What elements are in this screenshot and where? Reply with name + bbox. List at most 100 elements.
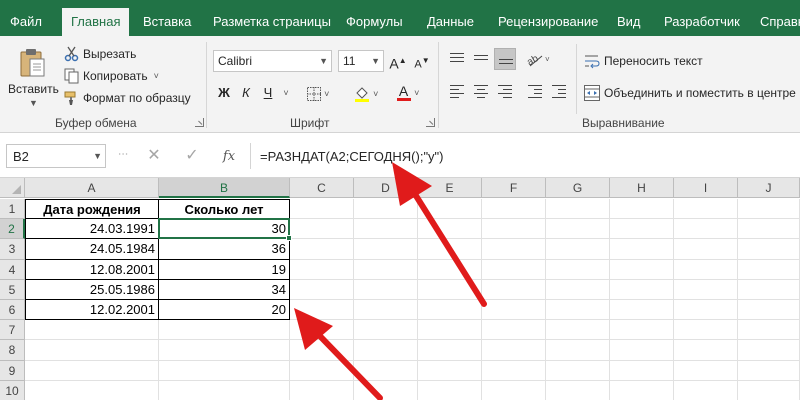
cell-e10[interactable] xyxy=(418,380,482,400)
row-header-5[interactable]: 5 xyxy=(0,279,25,300)
merge-center-button[interactable]: Объединить и поместить в центре xyxy=(584,82,796,104)
column-header-j[interactable]: J xyxy=(738,178,800,198)
cell-i7[interactable] xyxy=(674,320,738,341)
clipboard-dialog-launcher-icon[interactable] xyxy=(195,118,204,127)
cell-c3[interactable] xyxy=(290,239,354,260)
cell-f1[interactable] xyxy=(482,199,546,220)
cell-h6[interactable] xyxy=(610,300,674,321)
cell-a10[interactable] xyxy=(25,380,159,400)
font-name-input[interactable] xyxy=(214,51,331,71)
cell-b1[interactable]: Сколько лет xyxy=(159,199,290,220)
cell-f6[interactable] xyxy=(482,300,546,321)
cell-d9[interactable] xyxy=(354,360,418,381)
cell-d10[interactable] xyxy=(354,380,418,400)
tab-review[interactable]: Рецензирование xyxy=(498,8,598,36)
tab-formulas[interactable]: Формулы xyxy=(346,8,403,36)
cell-d7[interactable] xyxy=(354,320,418,341)
cell-b3[interactable]: 36 xyxy=(159,239,290,260)
tab-file[interactable]: Файл xyxy=(10,8,42,36)
cell-e4[interactable] xyxy=(418,259,482,280)
row-header-6[interactable]: 6 xyxy=(0,300,25,321)
cell-g3[interactable] xyxy=(546,239,610,260)
cut-button[interactable]: Вырезать xyxy=(64,44,136,64)
font-dialog-launcher-icon[interactable] xyxy=(426,118,435,127)
cell-h2[interactable] xyxy=(610,219,674,240)
cell-f7[interactable] xyxy=(482,320,546,341)
cell-e7[interactable] xyxy=(418,320,482,341)
cell-e9[interactable] xyxy=(418,360,482,381)
row-header-1[interactable]: 1 xyxy=(0,199,25,220)
cell-h1[interactable] xyxy=(610,199,674,220)
row-header-2[interactable]: 2 xyxy=(0,219,25,240)
cell-a9[interactable] xyxy=(25,360,159,381)
column-header-b[interactable]: B xyxy=(159,178,290,198)
cell-d5[interactable] xyxy=(354,279,418,300)
cell-d3[interactable] xyxy=(354,239,418,260)
cell-j7[interactable] xyxy=(738,320,800,341)
cell-a5[interactable]: 25.05.1986 xyxy=(25,279,159,300)
cell-g1[interactable] xyxy=(546,199,610,220)
cell-g8[interactable] xyxy=(546,340,610,361)
cell-a8[interactable] xyxy=(25,340,159,361)
cell-h7[interactable] xyxy=(610,320,674,341)
cell-i1[interactable] xyxy=(674,199,738,220)
cell-h10[interactable] xyxy=(610,380,674,400)
column-header-f[interactable]: F xyxy=(482,178,546,198)
row-header-3[interactable]: 3 xyxy=(0,239,25,260)
align-left-button[interactable] xyxy=(446,80,468,102)
row-header-7[interactable]: 7 xyxy=(0,320,25,341)
name-box[interactable]: ▼ xyxy=(6,144,106,168)
cell-j10[interactable] xyxy=(738,380,800,400)
cell-f5[interactable] xyxy=(482,279,546,300)
decrease-indent-button[interactable] xyxy=(524,80,546,102)
tab-page-layout[interactable]: Разметка страницы xyxy=(213,8,331,36)
cell-j9[interactable] xyxy=(738,360,800,381)
align-right-button[interactable] xyxy=(494,80,516,102)
cell-e8[interactable] xyxy=(418,340,482,361)
cell-j8[interactable] xyxy=(738,340,800,361)
chevron-down-icon[interactable]: ▼ xyxy=(93,151,102,161)
cell-g4[interactable] xyxy=(546,259,610,280)
formula-bar-grip-icon[interactable]: ⋮ xyxy=(117,149,128,158)
column-header-i[interactable]: I xyxy=(674,178,738,198)
tab-data[interactable]: Данные xyxy=(427,8,474,36)
column-header-h[interactable]: H xyxy=(610,178,674,198)
font-color-button[interactable]: A ˅ xyxy=(390,80,426,102)
cell-a3[interactable]: 24.05.1984 xyxy=(25,239,159,260)
cell-c10[interactable] xyxy=(290,380,354,400)
cell-g2[interactable] xyxy=(546,219,610,240)
cell-g10[interactable] xyxy=(546,380,610,400)
tab-developer[interactable]: Разработчик xyxy=(664,8,740,36)
column-header-d[interactable]: D xyxy=(354,178,418,198)
cell-i8[interactable] xyxy=(674,340,738,361)
cell-h5[interactable] xyxy=(610,279,674,300)
row-header-8[interactable]: 8 xyxy=(0,340,25,361)
name-box-input[interactable] xyxy=(7,145,87,167)
column-header-c[interactable]: C xyxy=(290,178,354,198)
cell-c6[interactable] xyxy=(290,300,354,321)
align-top-button[interactable] xyxy=(446,48,468,70)
chevron-down-icon[interactable]: ˅ xyxy=(154,66,159,86)
bold-button[interactable]: Ж xyxy=(214,82,234,104)
cell-b9[interactable] xyxy=(159,360,290,381)
cell-j5[interactable] xyxy=(738,279,800,300)
cell-c8[interactable] xyxy=(290,340,354,361)
cell-f9[interactable] xyxy=(482,360,546,381)
cell-e1[interactable] xyxy=(418,199,482,220)
column-header-g[interactable]: G xyxy=(546,178,610,198)
cell-h9[interactable] xyxy=(610,360,674,381)
cell-e5[interactable] xyxy=(418,279,482,300)
cell-i9[interactable] xyxy=(674,360,738,381)
underline-button[interactable]: Ч xyxy=(258,82,278,104)
cell-g9[interactable] xyxy=(546,360,610,381)
cell-g5[interactable] xyxy=(546,279,610,300)
cell-i3[interactable] xyxy=(674,239,738,260)
cell-c7[interactable] xyxy=(290,320,354,341)
cell-i4[interactable] xyxy=(674,259,738,280)
column-header-e[interactable]: E xyxy=(418,178,482,198)
formula-field[interactable] xyxy=(250,143,800,169)
insert-function-button[interactable]: fx xyxy=(217,145,241,167)
orientation-button[interactable]: ab ˅ xyxy=(524,48,554,70)
italic-button[interactable]: К xyxy=(236,82,256,104)
cell-j6[interactable] xyxy=(738,300,800,321)
